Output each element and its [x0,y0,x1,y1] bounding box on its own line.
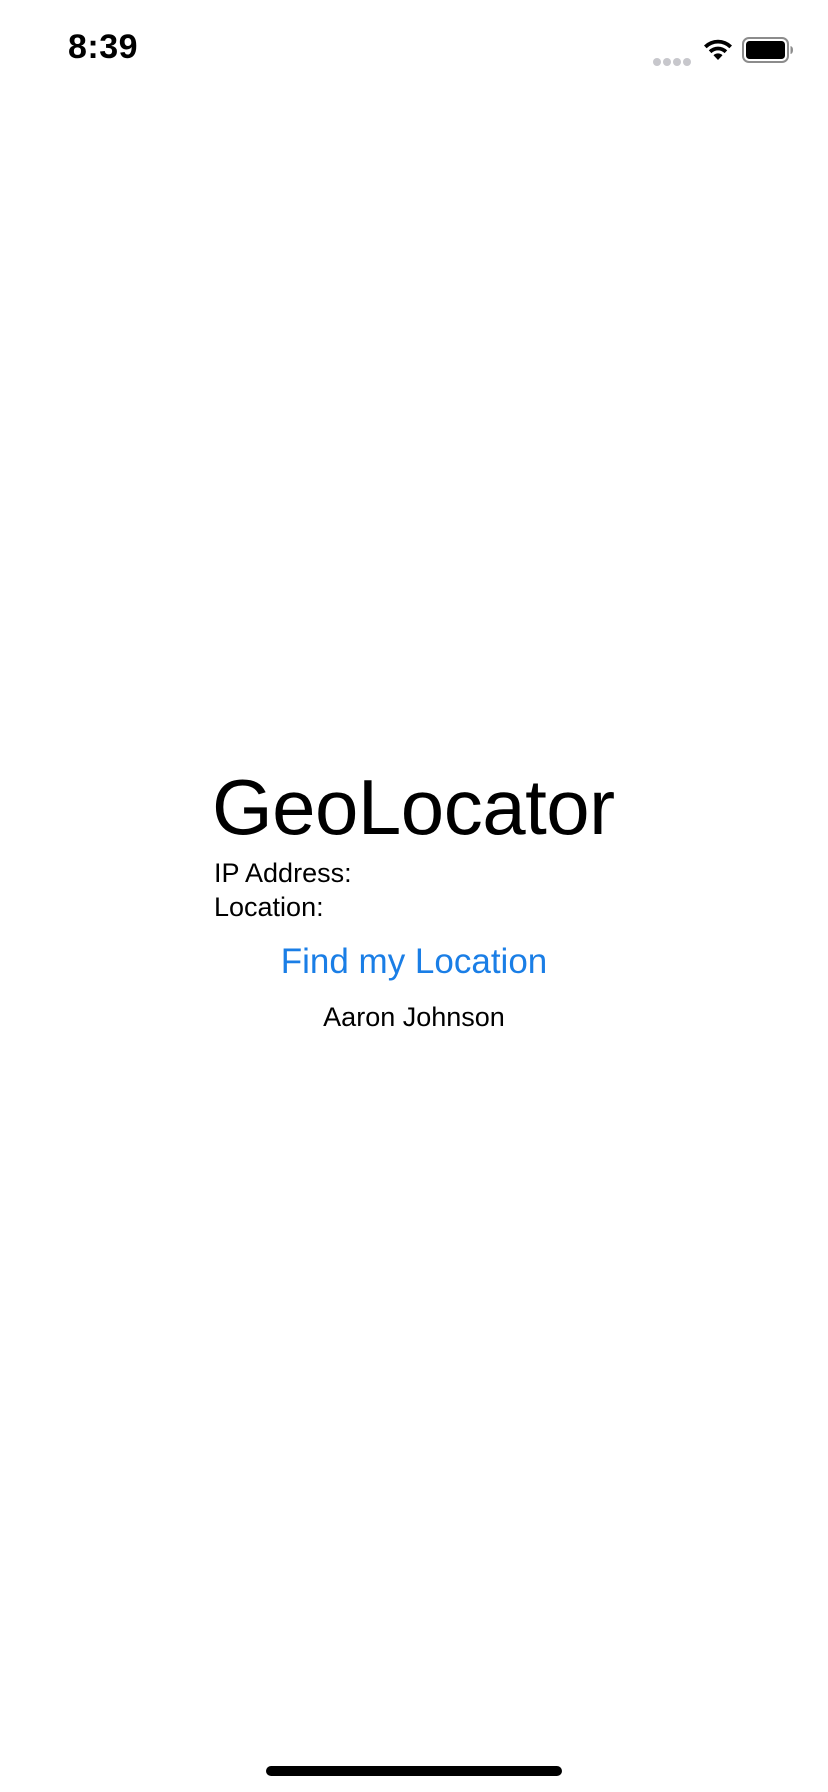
ip-address-label: IP Address: [214,858,352,888]
location-label: Location: [214,892,324,922]
author-name: Aaron Johnson [323,1002,505,1032]
main-content: GeoLocator IP Address: Location: Find my… [0,0,828,1792]
home-indicator[interactable] [266,1766,562,1776]
app-title: GeoLocator [212,763,615,851]
find-my-location-button[interactable]: Find my Location [0,940,828,984]
